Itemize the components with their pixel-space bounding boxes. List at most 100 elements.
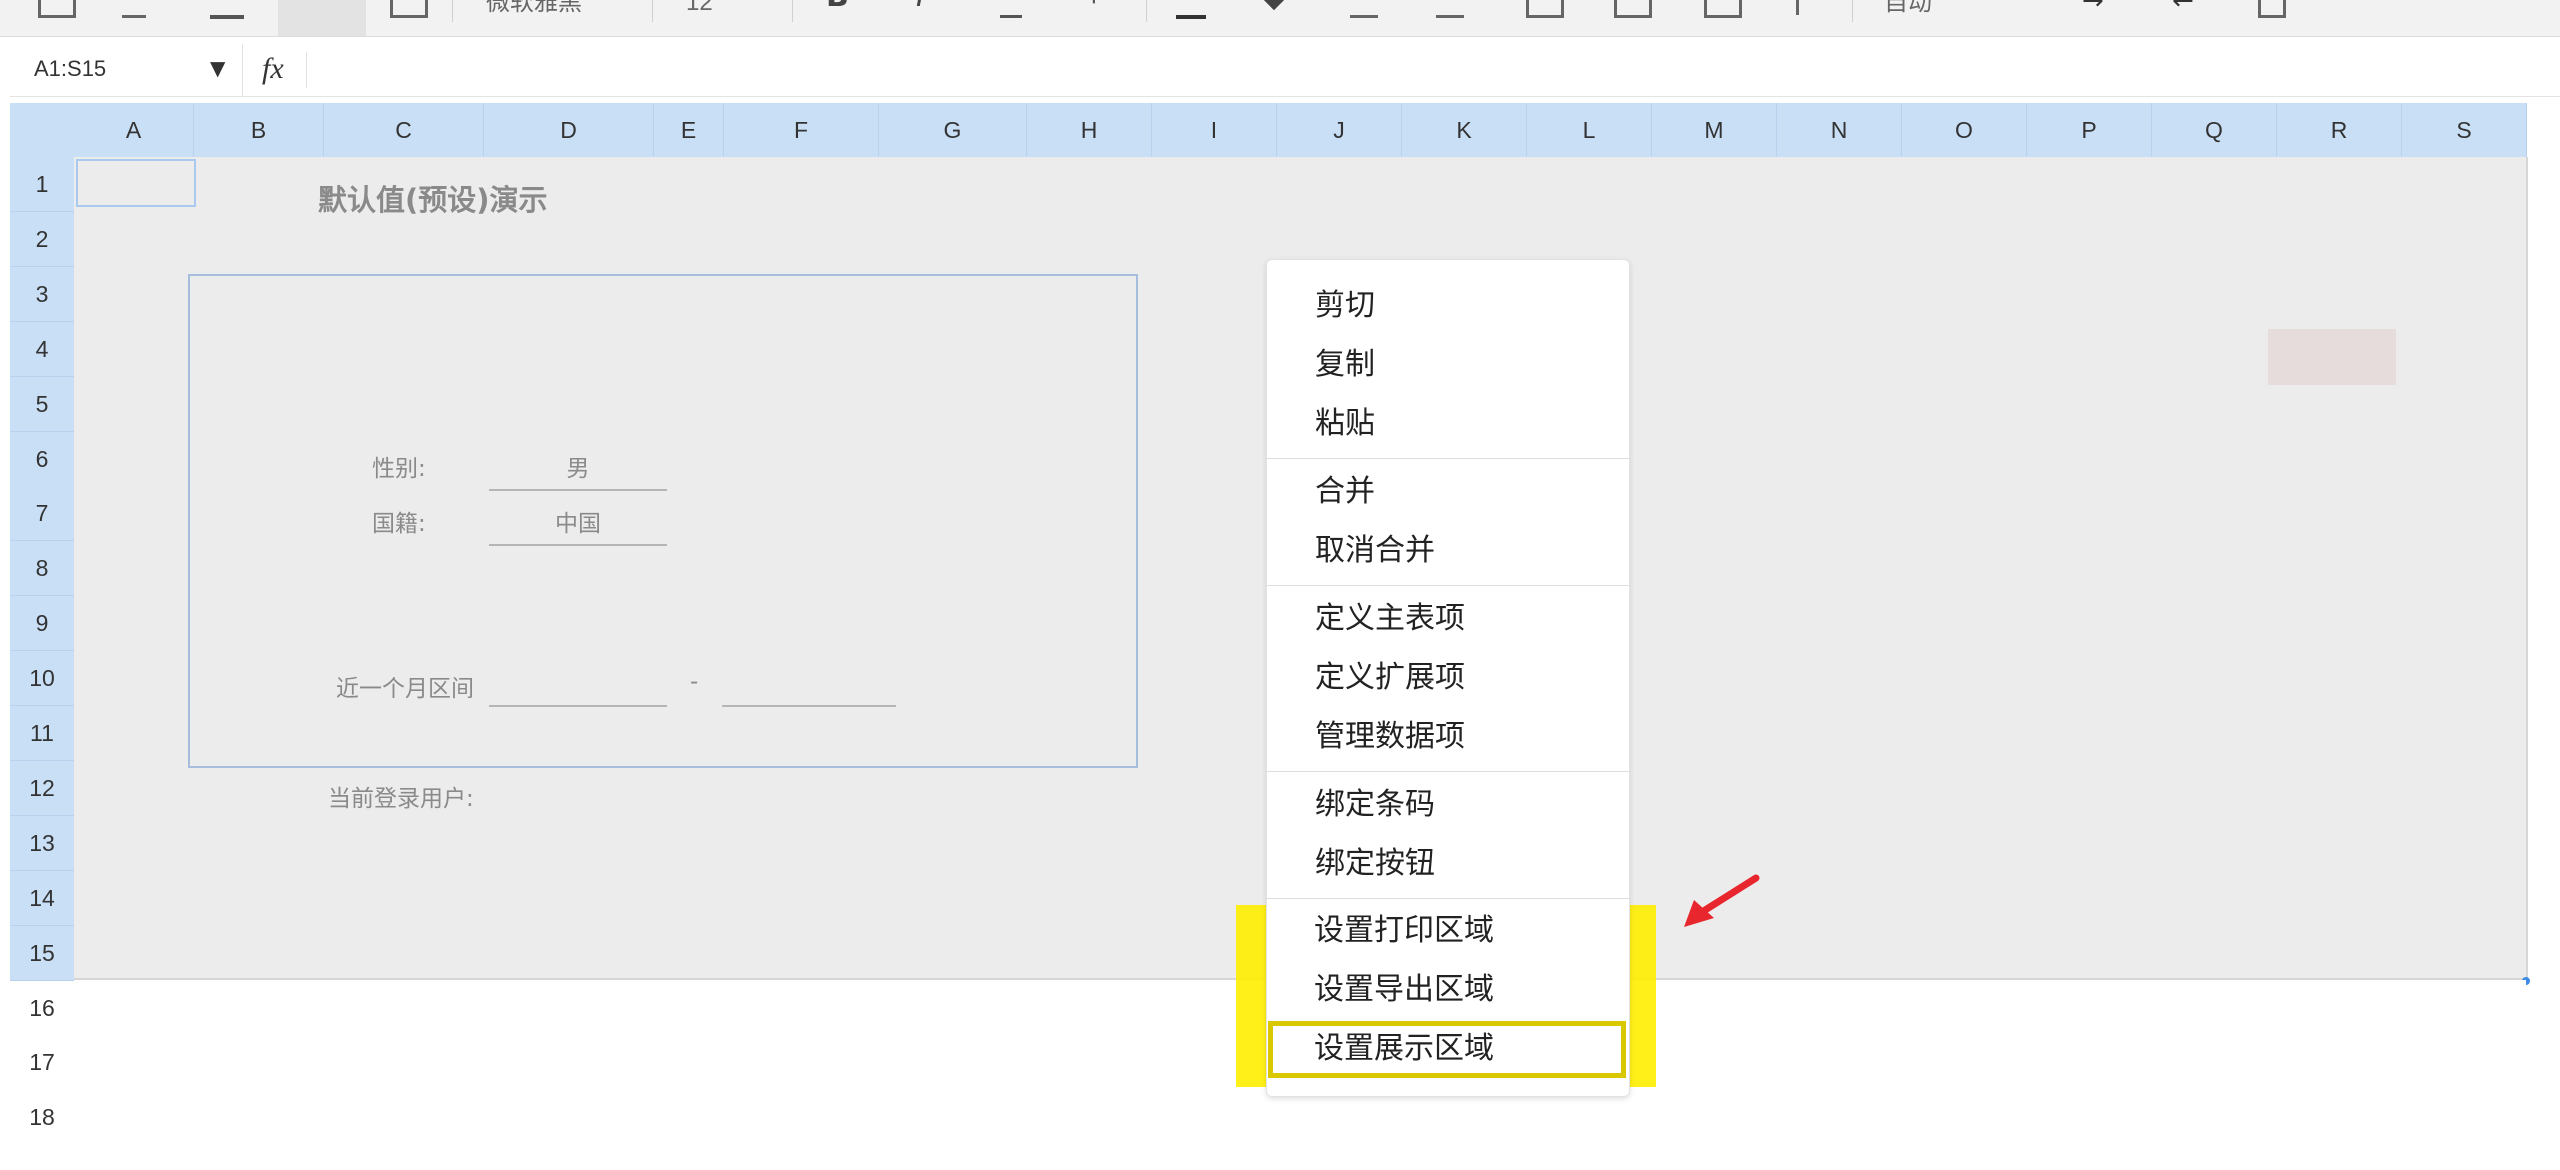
- formula-input[interactable]: [320, 44, 2520, 96]
- menu-separator: [1267, 585, 1629, 586]
- toolbar-divider: [652, 0, 653, 22]
- row-header-11[interactable]: 11: [10, 706, 74, 761]
- menu-item-set-export-area[interactable]: 设置导出区域: [1314, 970, 1494, 1010]
- range-end-field[interactable]: [722, 705, 896, 707]
- range-start-field[interactable]: [489, 705, 667, 707]
- table-icon[interactable]: [278, 0, 366, 36]
- menu-item-bind-button[interactable]: 绑定按钮: [1315, 844, 1435, 884]
- indent-icon[interactable]: ←: [2172, 0, 2194, 14]
- row-header-10[interactable]: 10: [10, 651, 74, 706]
- column-header-d[interactable]: D: [484, 103, 654, 157]
- menu-separator: [1267, 898, 1629, 899]
- toolbar-divider: [1146, 0, 1147, 22]
- column-header-j[interactable]: J: [1277, 103, 1402, 157]
- menu-item-merge[interactable]: 合并: [1315, 472, 1375, 512]
- formula-divider: [306, 52, 307, 88]
- row-header-13[interactable]: 13: [10, 816, 74, 871]
- align-icon[interactable]: [1436, 0, 1464, 18]
- row-header-7[interactable]: 7: [10, 486, 74, 541]
- row-header-1[interactable]: 1: [10, 157, 74, 212]
- wrap-icon[interactable]: →: [2082, 0, 2104, 14]
- menu-item-set-display-area[interactable]: 设置展示区域: [1314, 1029, 1494, 1069]
- bold-icon[interactable]: B: [826, 0, 849, 12]
- fill-color-icon[interactable]: ◆: [1264, 0, 1284, 12]
- menu-item-define-extension-item[interactable]: 定义扩展项: [1315, 658, 1465, 698]
- column-header-l[interactable]: L: [1527, 103, 1652, 157]
- row-header-14[interactable]: 14: [10, 871, 74, 926]
- arrow-shaft: [1698, 874, 1760, 916]
- gender-field[interactable]: 男: [489, 449, 667, 491]
- save-icon[interactable]: [38, 0, 76, 18]
- brush-icon[interactable]: ⌐: [1090, 0, 1112, 12]
- column-header-b[interactable]: B: [194, 103, 324, 157]
- column-header-e[interactable]: E: [654, 103, 724, 157]
- menu-item-set-print-area[interactable]: 设置打印区域: [1314, 911, 1494, 951]
- column-header-s[interactable]: S: [2402, 103, 2527, 157]
- gender-label: 性别:: [372, 456, 426, 482]
- menu-item-paste[interactable]: 粘贴: [1315, 404, 1375, 444]
- font-size-select[interactable]: 12: [686, 0, 713, 16]
- shaded-cell-r6[interactable]: [2268, 329, 2396, 385]
- grid-icon[interactable]: [390, 0, 428, 18]
- column-header-r[interactable]: R: [2277, 103, 2402, 157]
- underline-icon[interactable]: [1000, 0, 1022, 18]
- column-header-m[interactable]: M: [1652, 103, 1777, 157]
- menu-item-manage-data-items[interactable]: 管理数据项: [1315, 717, 1465, 757]
- row-header-16[interactable]: 16: [10, 981, 74, 1036]
- menu-item-unmerge[interactable]: 取消合并: [1315, 531, 1435, 571]
- sheet-title: 默认值(预设)演示: [318, 183, 548, 217]
- row-header-2[interactable]: 2: [10, 212, 74, 267]
- italic-icon[interactable]: I: [916, 0, 925, 12]
- row-header-9[interactable]: 9: [10, 596, 74, 651]
- column-header-g[interactable]: G: [879, 103, 1027, 157]
- name-box-value: A1:S15: [34, 56, 107, 81]
- toolbar-divider: [1852, 0, 1853, 22]
- outdent-icon[interactable]: [2258, 0, 2286, 18]
- row-header-17[interactable]: 17: [10, 1035, 74, 1090]
- month-range-label: 近一个月区间: [336, 676, 474, 702]
- border-icon[interactable]: [1350, 0, 1378, 18]
- column-header-q[interactable]: Q: [2152, 103, 2277, 157]
- font-color-icon[interactable]: [1176, 0, 1206, 19]
- merge-icon[interactable]: [1526, 0, 1564, 18]
- open-icon[interactable]: [122, 0, 146, 18]
- column-header-p[interactable]: P: [2027, 103, 2152, 157]
- column-header-k[interactable]: K: [1402, 103, 1527, 157]
- menu-separator: [1267, 771, 1629, 772]
- menu-item-define-main-item[interactable]: 定义主表项: [1315, 599, 1465, 639]
- row-header-18[interactable]: 18: [10, 1090, 74, 1145]
- menu-item-copy[interactable]: 复制: [1315, 345, 1375, 385]
- select-all-corner[interactable]: [10, 103, 74, 157]
- row-header-6[interactable]: 6: [10, 432, 74, 487]
- column-header-c[interactable]: C: [324, 103, 484, 157]
- column-header-f[interactable]: F: [724, 103, 879, 157]
- column-header-h[interactable]: H: [1027, 103, 1152, 157]
- insert-icon[interactable]: [1614, 0, 1652, 18]
- column-header-o[interactable]: O: [1902, 103, 2027, 157]
- column-header-a[interactable]: A: [74, 103, 194, 157]
- range-separator: -: [690, 669, 699, 695]
- chart-icon[interactable]: [1796, 0, 1809, 15]
- row-header-8[interactable]: 8: [10, 541, 74, 596]
- menu-item-cut[interactable]: 剪切: [1315, 286, 1375, 326]
- selection-right-edge: [2526, 157, 2528, 982]
- active-cell-a1[interactable]: [76, 159, 196, 207]
- row-header-4[interactable]: 4: [10, 322, 74, 377]
- row-header-15[interactable]: 15: [10, 926, 74, 981]
- menu-item-bind-barcode[interactable]: 绑定条码: [1315, 785, 1435, 825]
- fx-icon: fx: [262, 52, 284, 85]
- image-icon[interactable]: [1704, 0, 1742, 18]
- row-header-12[interactable]: 12: [10, 761, 74, 816]
- dropdown-icon[interactable]: ▼: [210, 56, 225, 80]
- name-box[interactable]: A1:S15 ▼: [10, 44, 243, 96]
- row-header-5[interactable]: 5: [10, 377, 74, 432]
- nationality-field[interactable]: 中国: [489, 504, 667, 546]
- auto-select[interactable]: 自动: [1884, 0, 1932, 16]
- toolbar-divider: [792, 0, 793, 22]
- font-name-select[interactable]: 微软雅黑: [486, 0, 582, 16]
- download-icon[interactable]: [210, 0, 244, 19]
- menu-separator: [1267, 458, 1629, 459]
- row-header-3[interactable]: 3: [10, 267, 74, 322]
- column-header-n[interactable]: N: [1777, 103, 1902, 157]
- column-header-i[interactable]: I: [1152, 103, 1277, 157]
